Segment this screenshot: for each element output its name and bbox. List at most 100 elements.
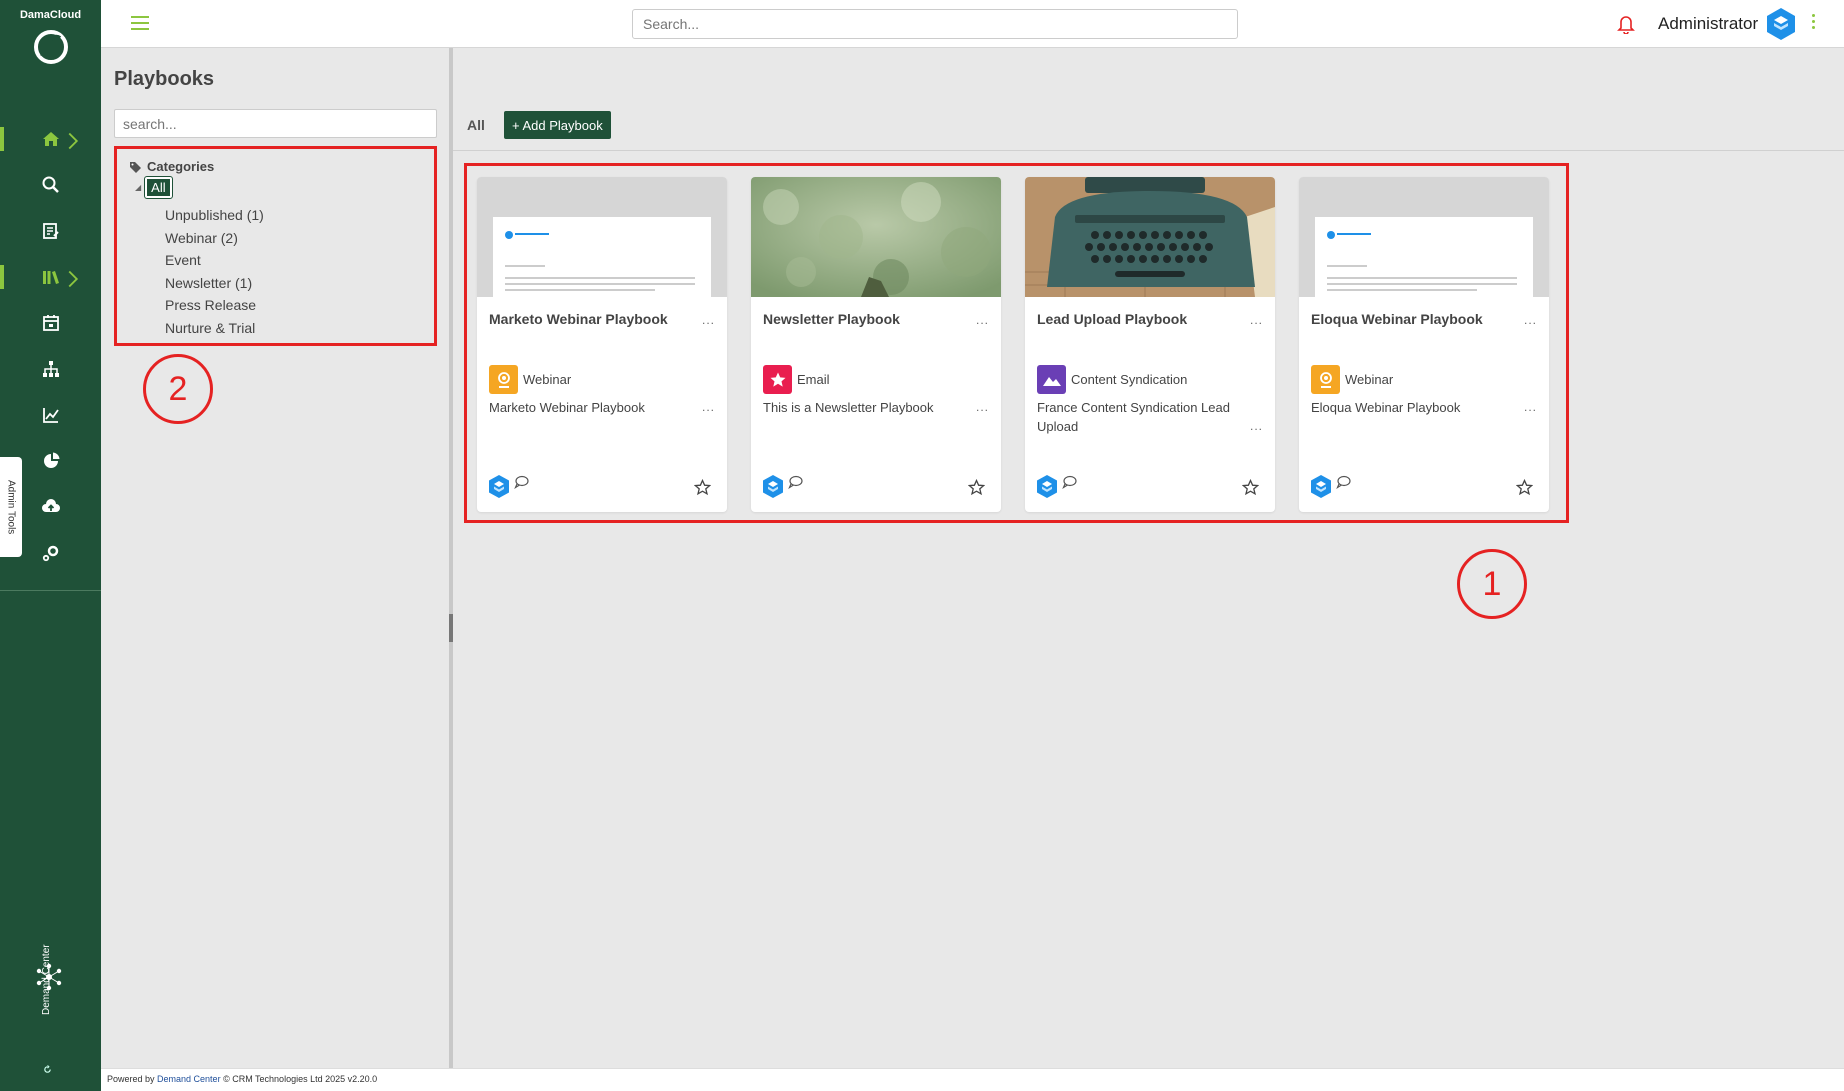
line-chart-icon — [42, 408, 59, 423]
category-item[interactable]: Press Release — [165, 294, 422, 317]
playbook-card[interactable]: Eloqua Webinar Playbook ... Webinar Eloq… — [1299, 177, 1549, 512]
favorite-star-icon[interactable] — [968, 479, 985, 496]
nav-hierarchy[interactable] — [0, 353, 101, 385]
comment-icon[interactable] — [788, 475, 803, 489]
playbook-card[interactable]: Marketo Webinar Playbook ... Webinar Mar… — [477, 177, 727, 512]
card-desc-menu-icon[interactable]: ... — [1524, 400, 1537, 414]
comment-icon[interactable] — [514, 475, 529, 489]
card-desc-menu-icon[interactable]: ... — [1250, 419, 1263, 433]
comment-icon[interactable] — [1062, 475, 1077, 489]
card-type-label: Content Syndication — [1071, 372, 1188, 387]
category-item[interactable]: Webinar (2) — [165, 227, 422, 250]
top-bar: Administrator — [101, 0, 1844, 48]
email-star-icon — [763, 365, 792, 394]
user-name[interactable]: Administrator — [1658, 14, 1758, 34]
card-type: Content Syndication — [1037, 365, 1187, 394]
tree-expand-icon[interactable]: ◢ — [135, 183, 141, 192]
chevron-right-icon — [68, 270, 79, 288]
card-title[interactable]: Eloqua Webinar Playbook — [1311, 311, 1483, 327]
categories-heading-label: Categories — [147, 159, 215, 174]
sitemap-icon — [42, 361, 59, 377]
annotation-marker-2: 2 — [143, 354, 213, 424]
owner-avatar-icon — [489, 475, 509, 498]
card-title[interactable]: Newsletter Playbook — [763, 311, 900, 327]
card-title[interactable]: Lead Upload Playbook — [1037, 311, 1187, 327]
nav-campaigns[interactable] — [0, 215, 101, 247]
card-thumbnail — [751, 177, 1001, 297]
owner-avatar-icon — [1311, 475, 1331, 498]
playbook-card[interactable]: Newsletter Playbook ... Email This is a … — [751, 177, 1001, 512]
playbooks-toolbar: All + Add Playbook — [453, 98, 1844, 151]
add-playbook-button[interactable]: + Add Playbook — [504, 111, 611, 139]
favorite-star-icon[interactable] — [1516, 479, 1533, 496]
playbook-card[interactable]: Lead Upload Playbook ... Content Syndica… — [1025, 177, 1275, 512]
card-menu-icon[interactable]: ... — [1524, 313, 1537, 327]
playbooks-main: All + Add Playbook Marketo Webinar Playb… — [453, 98, 1844, 1068]
category-all[interactable]: ◢ All — [135, 176, 422, 199]
nav-search[interactable] — [0, 169, 101, 201]
page-title: Playbooks — [114, 68, 215, 90]
owner-avatar-icon — [763, 475, 783, 498]
footer-prefix: Powered by — [107, 1074, 158, 1084]
category-item[interactable]: Newsletter (1) — [165, 272, 422, 295]
nav-analytics[interactable] — [0, 399, 101, 431]
global-search-input[interactable] — [632, 9, 1238, 39]
admin-tools-tab[interactable]: Admin Tools — [0, 457, 22, 557]
tags-icon — [130, 161, 141, 173]
card-title[interactable]: Marketo Webinar Playbook — [489, 311, 668, 327]
card-thumbnail — [1025, 177, 1275, 297]
nav-home[interactable] — [0, 123, 101, 155]
hamburger-menu-icon[interactable] — [131, 16, 149, 30]
nav-calendar[interactable] — [0, 307, 101, 339]
card-description: This is a Newsletter Playbook — [763, 400, 934, 415]
notification-bell-icon[interactable] — [1617, 14, 1635, 34]
library-books-icon — [42, 271, 59, 284]
image-landscape-icon — [1037, 365, 1066, 394]
calendar-icon — [42, 315, 59, 331]
card-description: Marketo Webinar Playbook — [489, 400, 645, 415]
favorite-star-icon[interactable] — [1242, 479, 1259, 496]
category-all-label[interactable]: All — [144, 176, 173, 199]
category-item[interactable]: Nurture & Trial — [165, 317, 422, 340]
refresh-icon[interactable] — [43, 1065, 52, 1074]
card-menu-icon[interactable]: ... — [976, 313, 989, 327]
cloud-upload-icon — [41, 499, 60, 512]
category-item[interactable]: Event — [165, 249, 422, 272]
card-type-label: Webinar — [523, 372, 572, 387]
comment-icon[interactable] — [1336, 475, 1351, 489]
rail-divider — [0, 590, 101, 591]
card-description: France Content Syndication Lead Upload — [1037, 400, 1230, 434]
webinar-icon — [489, 365, 518, 394]
footer-link[interactable]: Demand Center — [157, 1074, 221, 1084]
search-icon — [42, 176, 59, 193]
card-thumbnail — [1299, 177, 1549, 297]
annotation-marker-1: 1 — [1457, 549, 1527, 619]
brand-name: DamaCloud — [19, 9, 82, 21]
card-menu-icon[interactable]: ... — [1250, 313, 1263, 327]
category-tree: Categories ◢ All Unpublished (1) Webinar… — [114, 146, 437, 346]
category-item[interactable]: Unpublished (1) — [165, 204, 422, 227]
document-edit-icon — [42, 223, 59, 239]
card-menu-icon[interactable]: ... — [702, 313, 715, 327]
footer-copyright: © CRM Technologies Ltd 2025 v2.20.0 — [220, 1074, 378, 1084]
categories-panel: Categories ◢ All Unpublished (1) Webinar… — [101, 98, 451, 1068]
footer: Powered by Demand Center © CRM Technolog… — [101, 1068, 1844, 1091]
tab-all[interactable]: All — [467, 117, 485, 133]
card-type-label: Webinar — [1345, 372, 1394, 387]
webinar-icon — [1311, 365, 1340, 394]
more-options-icon[interactable] — [1812, 14, 1816, 34]
card-type: Webinar — [489, 365, 571, 394]
card-desc-menu-icon[interactable]: ... — [976, 400, 989, 414]
owner-avatar-icon — [1037, 475, 1057, 498]
categories-heading: Categories — [129, 159, 422, 174]
favorite-star-icon[interactable] — [694, 479, 711, 496]
playbook-cards-frame: Marketo Webinar Playbook ... Webinar Mar… — [464, 163, 1569, 523]
user-avatar-icon[interactable] — [1765, 7, 1797, 41]
admin-tools-label: Admin Tools — [5, 479, 17, 535]
card-desc-menu-icon[interactable]: ... — [702, 400, 715, 414]
card-type-label: Email — [797, 372, 830, 387]
demand-center-label: Demand Center — [41, 944, 52, 1016]
damacloud-logo-icon[interactable] — [32, 28, 70, 66]
category-search-input[interactable] — [114, 109, 437, 138]
nav-library[interactable] — [0, 261, 101, 293]
